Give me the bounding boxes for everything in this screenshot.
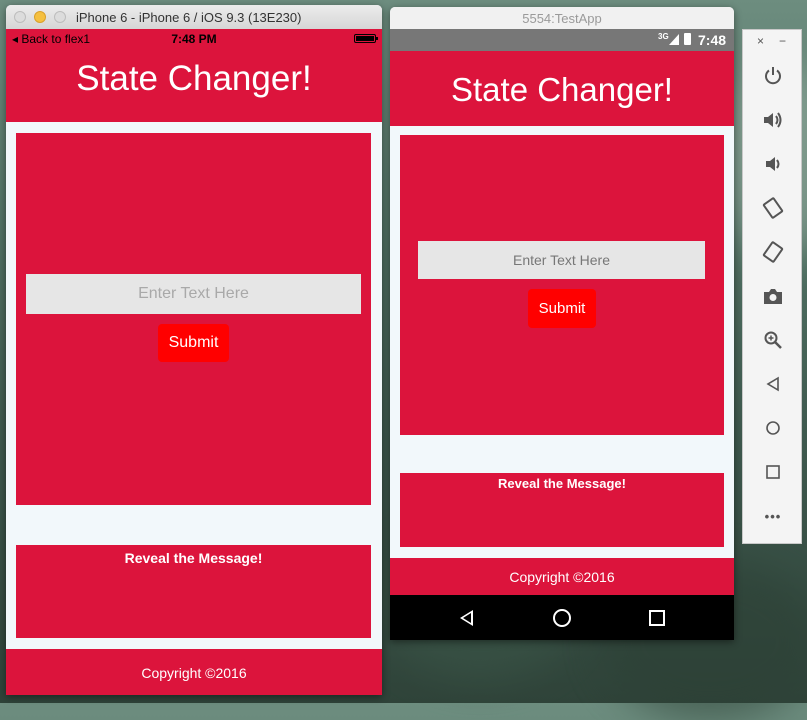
power-icon [765,67,781,85]
volume-up-button[interactable] [757,104,789,136]
ios-page-title: State Changer! [76,59,312,98]
window-close-button[interactable] [14,11,26,23]
recents-icon [649,609,665,626]
home-icon [553,608,571,627]
home-icon [766,421,780,435]
back-icon [459,609,473,626]
ios-window-titlebar[interactable]: iPhone 6 - iPhone 6 / iOS 9.3 (13E230) [6,5,382,30]
screenshot-button[interactable] [757,280,789,312]
more-button[interactable]: ••• [757,500,789,532]
zoom-button[interactable] [757,324,789,356]
ios-status-bar: ◂ Back to flex1 7:48 PM [6,29,382,49]
toolbar-home-button[interactable] [757,412,789,444]
signal-icon [669,34,679,45]
ios-input-card [16,133,371,505]
ios-message-card: Reveal the Message! [16,545,371,638]
rotate-left-icon [762,197,784,219]
ios-app-header: State Changer! [6,49,382,122]
network-type-label: 3G [658,32,669,41]
zoom-icon [764,331,782,349]
ios-app-footer: Copyright ©2016 [6,649,382,695]
android-emulator-window: 5554:TestApp 3G 7:48 State Changer! Subm… [390,7,734,640]
ios-status-time: 7:48 PM [171,32,217,46]
camera-icon [764,289,782,304]
ios-submit-button[interactable]: Submit [158,324,229,362]
android-status-bar: 3G 7:48 [390,29,734,51]
ios-text-input[interactable] [26,274,361,314]
battery-icon [684,33,691,45]
ios-copyright-text: Copyright ©2016 [141,665,247,681]
toolbar-close-button[interactable]: × [757,34,764,48]
nav-recents-button[interactable] [627,595,687,640]
android-navigation-bar [390,595,734,640]
android-status-time: 7:48 [698,32,727,48]
nav-home-button[interactable] [532,595,592,640]
android-submit-button[interactable]: Submit [528,289,596,328]
volume-down-button[interactable] [757,148,789,180]
ios-window-title: iPhone 6 - iPhone 6 / iOS 9.3 (13E230) [76,10,302,25]
android-copyright-text: Copyright ©2016 [509,569,615,585]
android-page-title: State Changer! [451,71,673,108]
android-message-card: Reveal the Message! [400,473,724,547]
nav-back-button[interactable] [436,595,496,640]
android-window-title: 5554:TestApp [522,11,602,26]
android-window-titlebar[interactable]: 5554:TestApp [390,7,734,29]
android-text-input[interactable] [418,241,705,279]
toolbar-minimize-button[interactable]: − [779,34,786,48]
overview-icon [766,465,780,479]
android-app-header: State Changer! [390,51,734,126]
rotate-right-icon [762,241,784,263]
back-icon [766,376,779,392]
power-button[interactable] [757,60,789,92]
ios-reveal-message-label: Reveal the Message! [124,550,263,566]
rotate-left-button[interactable] [757,192,789,224]
toolbar-back-button[interactable] [757,368,789,400]
volume-down-icon [766,157,780,171]
toolbar-overview-button[interactable] [757,456,789,488]
android-reveal-message-label: Reveal the Message! [498,476,626,491]
emulator-toolbar: × − ••• [742,29,802,544]
window-minimize-button[interactable] [34,11,46,23]
window-zoom-button[interactable] [54,11,66,23]
android-input-card [400,135,724,435]
battery-icon [354,34,378,43]
more-icon: ••• [764,508,782,524]
android-app-footer: Copyright ©2016 [390,558,734,595]
ios-simulator-window: iPhone 6 - iPhone 6 / iOS 9.3 (13E230) ◂… [6,5,382,695]
rotate-right-button[interactable] [757,236,789,268]
volume-up-icon [764,112,782,128]
